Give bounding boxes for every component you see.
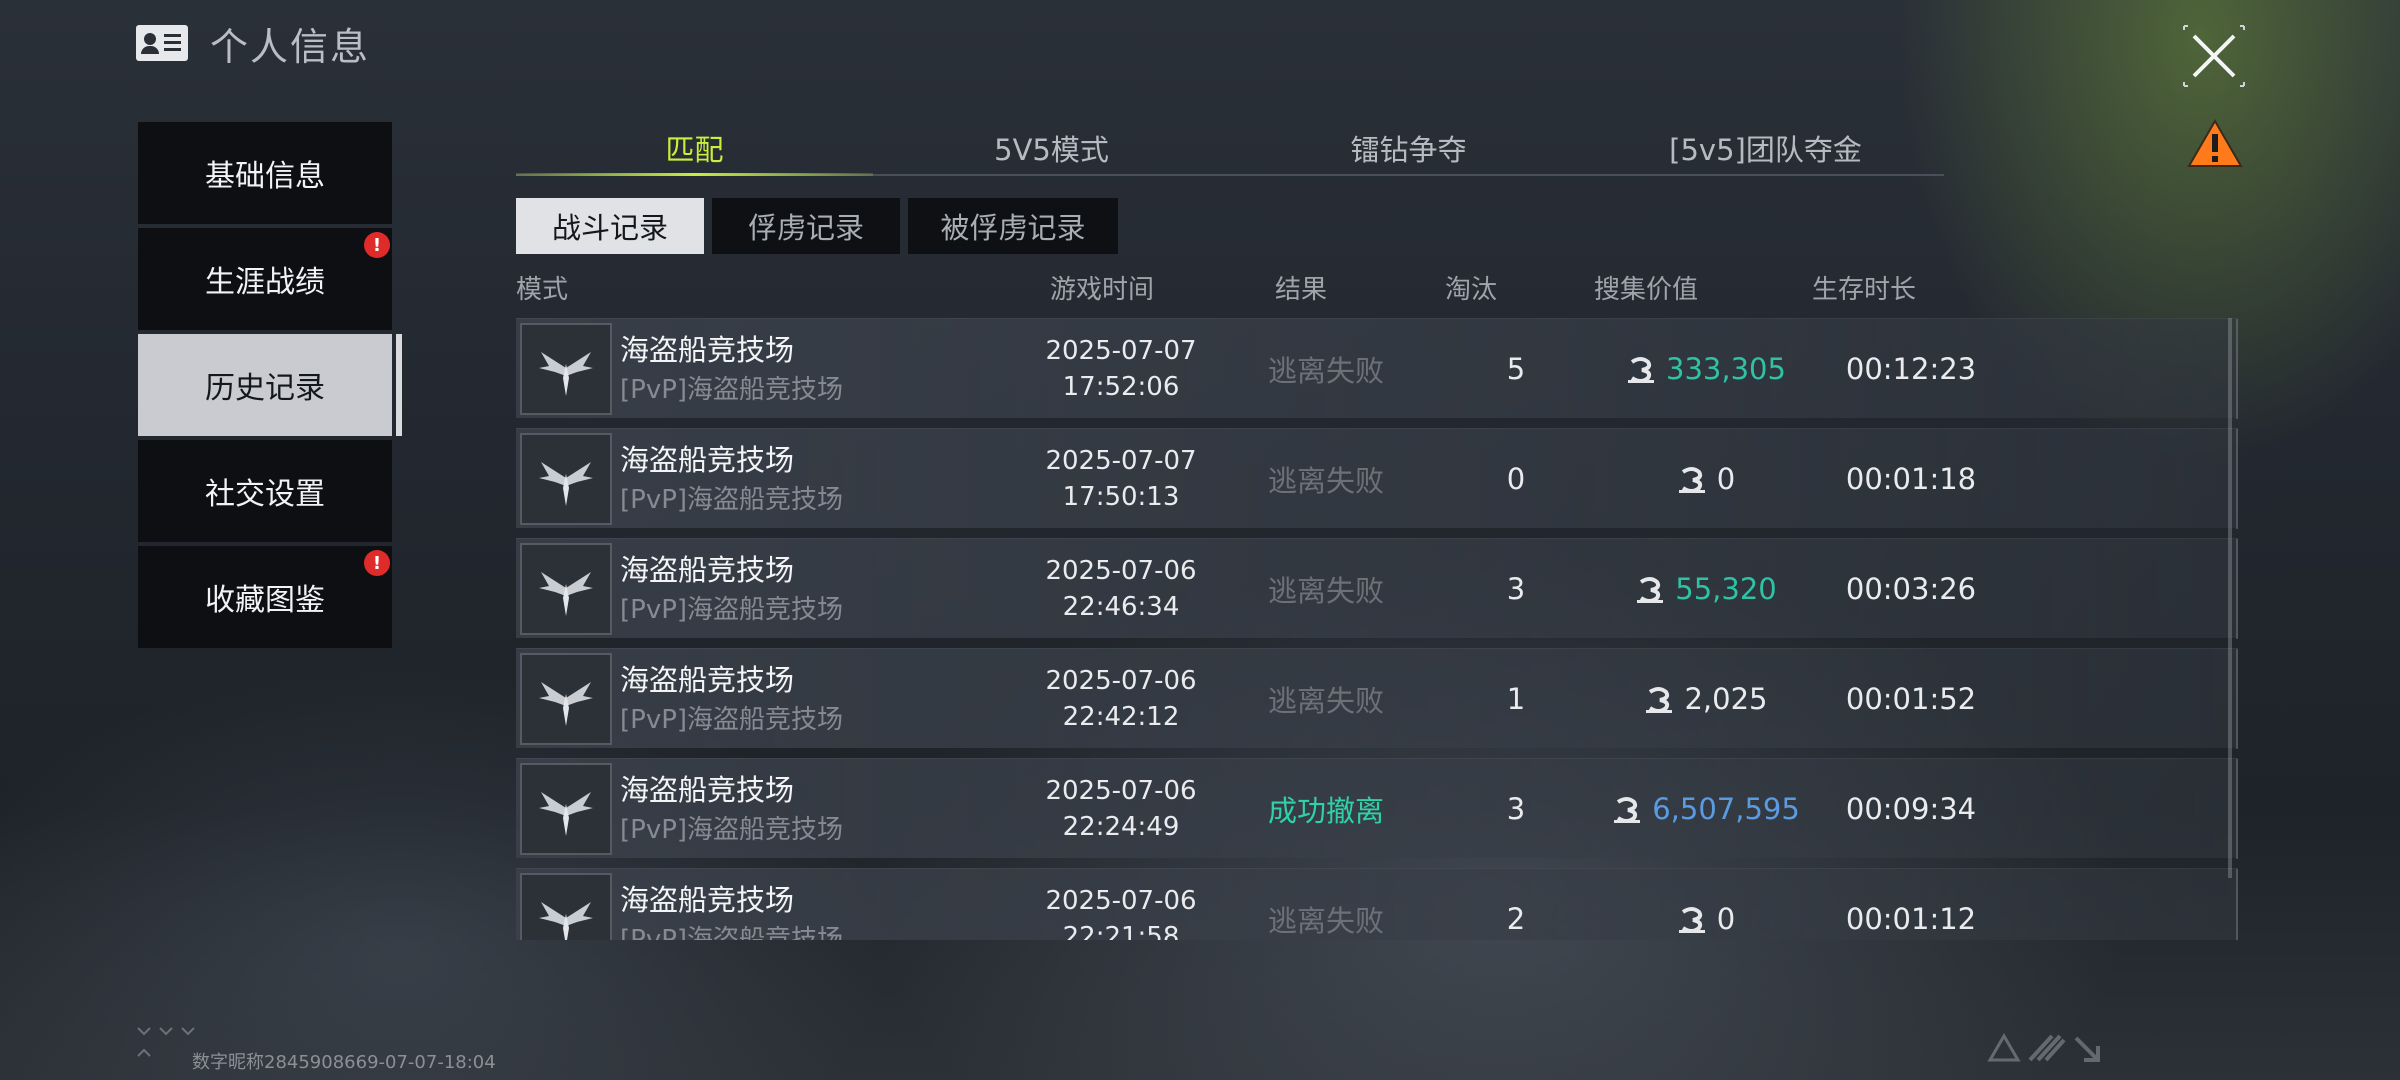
pirate-mode-icon xyxy=(520,763,612,855)
mode-subtitle: [PvP]海盗船竞技场 xyxy=(620,375,844,405)
tab-match[interactable]: 匹配 xyxy=(516,124,873,176)
pirate-mode-icon xyxy=(520,543,612,635)
column-header-result: 结果 xyxy=(1275,275,1328,305)
survival-duration: 00:01:12 xyxy=(1845,902,1977,936)
notification-badge: ! xyxy=(364,232,390,258)
warning-icon xyxy=(2187,119,2243,167)
mode-name: 海盗船竞技场 xyxy=(620,333,795,367)
pirate-mode-icon xyxy=(520,433,612,525)
record-row[interactable]: 海盗船竞技场 [PvP]海盗船竞技场 2025-07-07 17:52:06 逃… xyxy=(516,318,2238,419)
report-button[interactable] xyxy=(2186,118,2244,170)
currency-icon xyxy=(1637,577,1664,603)
sidebar-item-career-stats[interactable]: 生涯战绩 xyxy=(138,228,392,330)
tab-team-gold[interactable]: [5v5]团队夺金 xyxy=(1587,124,1944,174)
mode-name: 海盗船竞技场 xyxy=(620,443,795,477)
column-header-kills: 淘汰 xyxy=(1445,275,1498,305)
column-header-duration: 生存时长 xyxy=(1812,275,1917,305)
mode-subtitle: [PvP]海盗船竞技场 xyxy=(620,815,844,845)
record-list[interactable]: 海盗船竞技场 [PvP]海盗船竞技场 2025-07-07 17:52:06 逃… xyxy=(516,318,2238,940)
pirate-mode-icon xyxy=(520,323,612,415)
sidebar-item-label: 社交设置 xyxy=(205,477,325,512)
survival-duration: 00:09:34 xyxy=(1845,792,1977,826)
sidebar-item-history[interactable]: 历史记录 xyxy=(138,334,402,436)
mode-name: 海盗船竞技场 xyxy=(620,553,795,587)
sidebar-item-basic-info[interactable]: 基础信息 xyxy=(138,122,392,224)
mode-name: 海盗船竞技场 xyxy=(620,773,795,807)
scrollbar[interactable] xyxy=(2228,318,2232,878)
sidebar-item-label: 收藏图鉴 xyxy=(205,583,325,618)
tab-diamond-contest[interactable]: 镭钻争夺 xyxy=(1230,124,1587,174)
close-icon xyxy=(2183,25,2245,87)
pirate-mode-icon xyxy=(520,873,612,940)
record-row[interactable]: 海盗船竞技场 [PvP]海盗船竞技场 2025-07-06 22:46:34 逃… xyxy=(516,538,2238,639)
mode-subtitle: [PvP]海盗船竞技场 xyxy=(620,925,844,940)
survival-duration: 00:03:26 xyxy=(1845,572,1977,606)
sidebar-item-label: 生涯战绩 xyxy=(205,265,325,300)
survival-duration: 00:01:18 xyxy=(1845,462,1977,496)
game-logo-icon xyxy=(1987,1033,2100,1062)
record-row[interactable]: 海盗船竞技场 [PvP]海盗船竞技场 2025-07-06 22:42:12 逃… xyxy=(516,648,2238,749)
mode-subtitle: [PvP]海盗船竞技场 xyxy=(620,595,844,625)
column-header-mode: 模式 xyxy=(516,275,569,305)
sidebar-item-label: 历史记录 xyxy=(205,371,325,406)
subtab-battle-records[interactable]: 战斗记录 xyxy=(516,198,704,254)
mode-subtitle: [PvP]海盗船竞技场 xyxy=(620,705,844,735)
subtab-captured-records[interactable]: 被俘虏记录 xyxy=(908,198,1118,254)
mode-name: 海盗船竞技场 xyxy=(620,883,795,917)
record-subtabs: 战斗记录 俘虏记录 被俘虏记录 xyxy=(516,198,1118,254)
record-row[interactable]: 海盗船竞技场 [PvP]海盗船竞技场 2025-07-06 22:21:58 逃… xyxy=(516,868,2238,940)
column-header-value: 搜集价值 xyxy=(1594,275,1699,305)
mode-name: 海盗船竞技场 xyxy=(620,663,795,697)
record-row[interactable]: 海盗船竞技场 [PvP]海盗船竞技场 2025-07-06 22:24:49 成… xyxy=(516,758,2238,859)
notification-badge: ! xyxy=(364,550,390,576)
close-button[interactable] xyxy=(2178,20,2250,92)
player-id-watermark: 数字昵称2845908669-07-07-18:04 xyxy=(192,1052,496,1073)
survival-duration: 00:01:52 xyxy=(1845,682,1977,716)
survival-duration: 00:12:23 xyxy=(1845,352,1977,386)
sidebar: 基础信息 生涯战绩 历史记录 社交设置 收藏图鉴 ! ! xyxy=(138,122,402,652)
page-title: 个人信息 xyxy=(210,24,371,69)
tab-5v5[interactable]: 5V5模式 xyxy=(873,124,1230,174)
mode-tabs: 匹配 5V5模式 镭钻争夺 [5v5]团队夺金 xyxy=(516,124,1944,176)
currency-icon xyxy=(1678,467,1705,493)
currency-icon xyxy=(1678,907,1705,933)
sidebar-item-social-settings[interactable]: 社交设置 xyxy=(138,440,392,542)
subtab-capture-records[interactable]: 俘虏记录 xyxy=(712,198,900,254)
record-row[interactable]: 海盗船竞技场 [PvP]海盗船竞技场 2025-07-07 17:50:13 逃… xyxy=(516,428,2238,529)
sidebar-item-label: 基础信息 xyxy=(205,159,325,194)
id-card-icon xyxy=(136,25,188,61)
pirate-mode-icon xyxy=(520,653,612,745)
mode-subtitle: [PvP]海盗船竞技场 xyxy=(620,485,844,515)
column-header-time: 游戏时间 xyxy=(1050,275,1155,305)
sidebar-item-collection[interactable]: 收藏图鉴 xyxy=(138,546,392,648)
currency-icon xyxy=(1628,357,1655,383)
currency-icon xyxy=(1646,687,1673,713)
currency-icon xyxy=(1614,797,1641,823)
page-header: 个人信息 xyxy=(136,18,371,69)
